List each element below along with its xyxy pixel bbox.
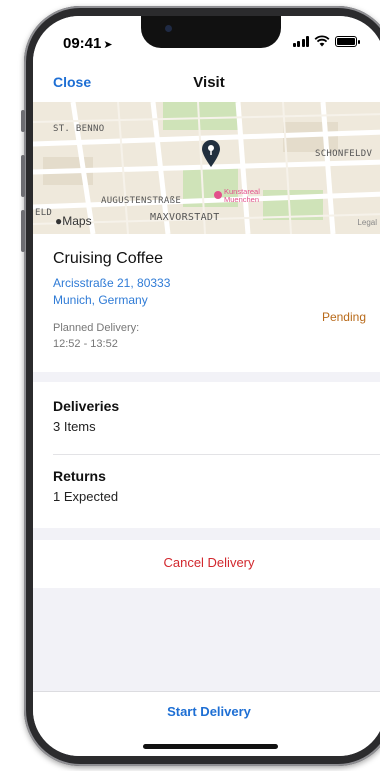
home-indicator[interactable] xyxy=(143,744,278,749)
address-line-1[interactable]: Arcisstraße 21, 80333 xyxy=(53,276,170,290)
mute-switch xyxy=(21,110,25,132)
poi-label-line2: Muenchen xyxy=(224,195,260,204)
deliveries-heading: Deliveries xyxy=(53,398,120,414)
map-label-eld: ELD xyxy=(35,208,53,218)
returns-heading: Returns xyxy=(53,468,106,484)
status-time-text: 09:41 xyxy=(63,35,102,52)
location-arrow-icon: ➤ xyxy=(103,39,113,51)
map-label-augustenstrasse: AUGUSTENSTRAßE xyxy=(101,196,182,206)
volume-down-button xyxy=(21,210,25,252)
navigation-bar: Close Visit xyxy=(33,62,380,102)
cellular-signal-icon xyxy=(292,35,309,47)
page-title: Visit xyxy=(193,74,225,91)
status-icons xyxy=(292,35,360,47)
apple-maps-logo: ●Maps xyxy=(55,214,92,228)
map-pin-icon[interactable] xyxy=(200,138,222,168)
battery-icon xyxy=(335,35,360,47)
customer-name: Cruising Coffee xyxy=(53,250,163,267)
shipment-summary-card: Deliveries 3 Items Returns 1 Expected xyxy=(33,382,380,528)
address-line-2[interactable]: Munich, Germany xyxy=(53,293,148,307)
phone-screen: 09:41 ➤ Close Visit ST. BENNO SCHONFELDV… xyxy=(33,16,380,756)
poi-marker-icon xyxy=(214,191,222,199)
map-view[interactable]: ST. BENNO SCHONFELDV AUGUSTENSTRAßE MAXV… xyxy=(33,102,380,234)
map-label-schonfeld: SCHONFELDV xyxy=(315,149,373,159)
deliveries-row[interactable]: Deliveries 3 Items xyxy=(33,382,380,454)
returns-count: 1 Expected xyxy=(53,489,119,504)
cancel-delivery-label: Cancel Delivery xyxy=(163,555,255,570)
map-legal-link[interactable]: Legal xyxy=(357,218,377,227)
wifi-icon xyxy=(314,35,330,47)
poi-label-kunstareal: Kunstareal Muenchen xyxy=(224,188,260,204)
deliveries-count: 3 Items xyxy=(53,419,96,434)
visit-info-card: Cruising Coffee Arcisstraße 21, 80333 Mu… xyxy=(33,234,380,372)
cancel-delivery-button[interactable]: Cancel Delivery xyxy=(33,540,380,588)
planned-delivery-label: Planned Delivery: xyxy=(53,322,140,334)
maps-logo-text: Maps xyxy=(62,214,92,228)
planned-delivery-time: 12:52 - 13:52 xyxy=(53,338,118,350)
status-badge: Pending xyxy=(321,310,366,324)
start-delivery-button[interactable]: Start Delivery xyxy=(33,704,380,719)
map-label-st-benno: ST. BENNO xyxy=(53,124,105,134)
map-label-maxvorstadt: MAXVORSTADT xyxy=(150,212,220,223)
returns-row[interactable]: Returns 1 Expected xyxy=(33,455,380,527)
notch xyxy=(141,16,281,48)
volume-up-button xyxy=(21,155,25,197)
status-time: 09:41 ➤ xyxy=(63,35,113,52)
front-camera xyxy=(165,25,172,32)
